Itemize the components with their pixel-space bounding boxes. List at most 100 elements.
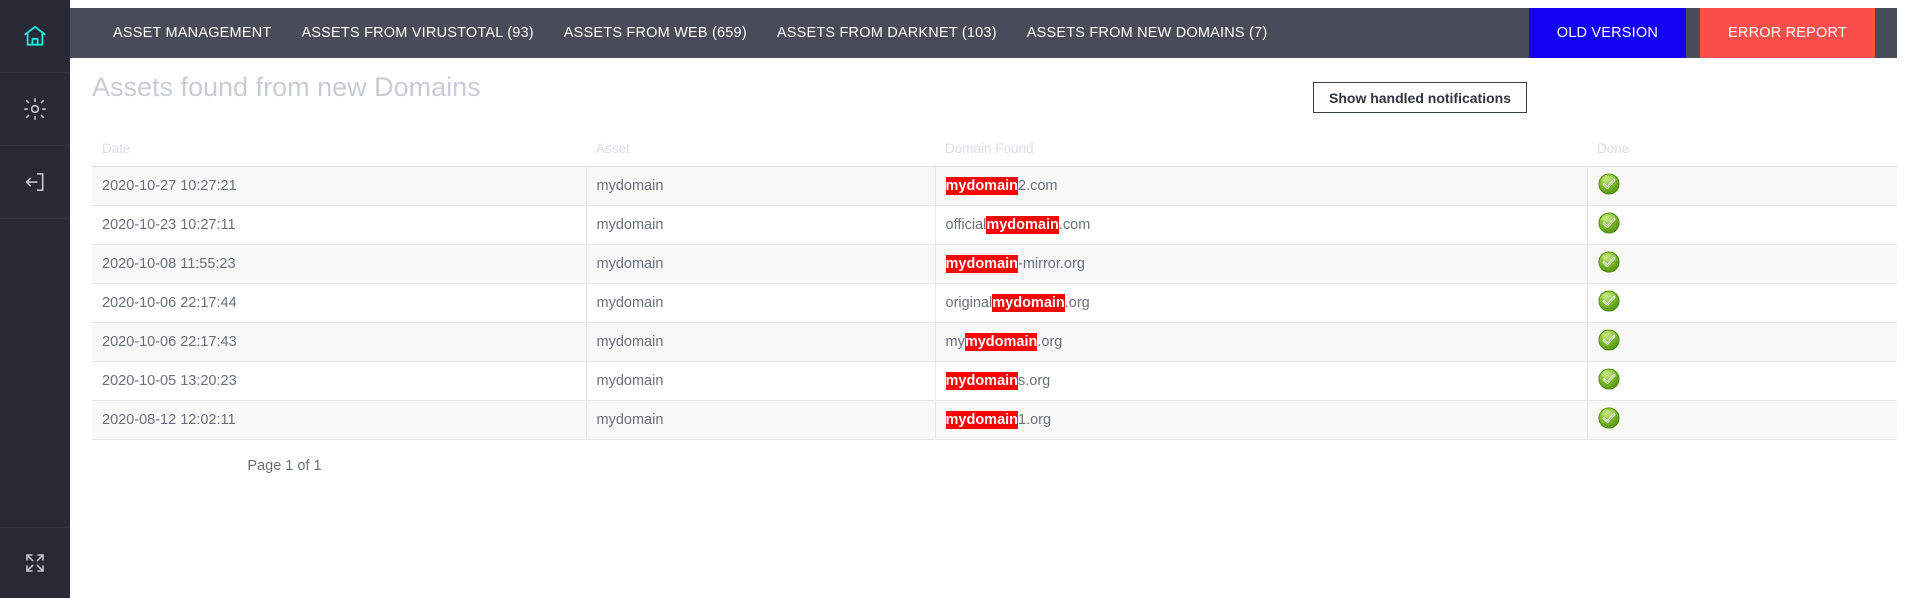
domain-highlight: mydomain	[945, 372, 1019, 390]
cell-asset: mydomain	[586, 400, 936, 440]
table-header: Date Asset Domain Found Done	[92, 120, 1897, 167]
domain-suffix: 1.org	[1018, 412, 1052, 428]
check-green-icon[interactable]	[1597, 368, 1620, 394]
top-navbar: ASSET MANAGEMENT ASSETS FROM VIRUSTOTAL …	[70, 8, 1897, 58]
nav-link-assets-from-new-domains[interactable]: ASSETS FROM NEW DOMAINS (7)	[1012, 8, 1283, 58]
domain-highlight: mydomain	[992, 294, 1065, 312]
pagination: Page 1 of 1	[92, 458, 1897, 474]
check-green-icon[interactable]	[1597, 173, 1620, 199]
domain-suffix: .com	[1058, 217, 1091, 233]
column-header-domain-found[interactable]: Domain Found	[935, 120, 1587, 167]
table-body: 2020-10-27 10:27:21 mydomain mydomain2.com…	[92, 166, 1897, 440]
check-green-icon[interactable]	[1597, 290, 1620, 316]
domain-prefix: original	[945, 295, 993, 311]
cell-asset: mydomain	[586, 322, 936, 362]
navbar-actions: OLD VERSION ERROR REPORT	[1528, 8, 1897, 58]
cell-domain-found: mydomain2.com	[935, 166, 1588, 206]
domain-highlight: mydomain	[945, 411, 1019, 429]
assets-table-wrapper: Date Asset Domain Found Done 2020-10-27 …	[92, 120, 1897, 440]
show-handled-notifications-button[interactable]: Show handled notifications	[1313, 82, 1527, 113]
check-green-icon[interactable]	[1597, 212, 1620, 238]
sidebar-item-expand[interactable]	[0, 528, 70, 598]
domain-highlight: mydomain	[964, 333, 1038, 351]
cell-asset: mydomain	[586, 205, 936, 245]
cell-domain-found: mydomain-mirror.org	[935, 244, 1588, 284]
cell-done	[1587, 205, 1897, 245]
domain-suffix: .org	[1064, 295, 1090, 311]
cell-date: 2020-10-06 22:17:44	[92, 283, 587, 323]
domain-highlight: mydomain	[986, 216, 1059, 234]
gear-icon	[22, 96, 48, 122]
main-content: Assets found from new Domains Show handl…	[70, 58, 1920, 598]
cell-done	[1587, 400, 1897, 440]
navbar-links: ASSET MANAGEMENT ASSETS FROM VIRUSTOTAL …	[70, 8, 1529, 58]
error-report-button[interactable]: ERROR REPORT	[1700, 8, 1875, 58]
sidebar-item-home[interactable]	[0, 0, 70, 73]
sidebar	[0, 0, 70, 598]
cell-domain-found: mydomain1.org	[935, 400, 1588, 440]
domain-highlight: mydomain	[945, 177, 1019, 195]
column-header-done[interactable]: Done	[1587, 120, 1897, 167]
cell-asset: mydomain	[586, 166, 936, 206]
domain-prefix: my	[945, 334, 965, 350]
domain-suffix: .org	[1037, 334, 1063, 350]
check-green-icon[interactable]	[1597, 251, 1620, 277]
cell-date: 2020-10-05 13:20:23	[92, 361, 587, 401]
nav-link-assets-from-web[interactable]: ASSETS FROM WEB (659)	[549, 8, 762, 58]
domain-highlight: mydomain	[945, 255, 1019, 273]
domain-suffix: 2.com	[1018, 178, 1058, 194]
cell-done	[1587, 244, 1897, 284]
cell-date: 2020-08-12 12:02:11	[92, 400, 587, 440]
old-version-button[interactable]: OLD VERSION	[1528, 8, 1687, 58]
app-root: ASSET MANAGEMENT ASSETS FROM VIRUSTOTAL …	[0, 0, 1920, 598]
sidebar-spacer	[0, 219, 70, 528]
nav-link-assets-from-darknet[interactable]: ASSETS FROM DARKNET (103)	[762, 8, 1012, 58]
expand-icon	[23, 551, 47, 575]
cell-done	[1587, 166, 1897, 206]
column-header-asset[interactable]: Asset	[586, 120, 935, 167]
cell-asset: mydomain	[586, 283, 936, 323]
cell-done	[1587, 361, 1897, 401]
nav-link-label: ASSETS FROM NEW DOMAINS (7)	[1026, 25, 1268, 41]
pagination-label: Page 1 of 1	[247, 458, 322, 474]
cell-date: 2020-10-27 10:27:21	[92, 166, 587, 206]
page-title: Assets found from new Domains	[92, 72, 481, 102]
nav-link-asset-management[interactable]: ASSET MANAGEMENT	[98, 8, 286, 58]
table-header-row: Date Asset Domain Found Done	[92, 120, 1897, 167]
sidebar-item-logout[interactable]	[0, 146, 70, 219]
cell-asset: mydomain	[586, 361, 936, 401]
assets-table: Date Asset Domain Found Done 2020-10-27 …	[92, 120, 1897, 440]
domain-prefix: official	[945, 217, 987, 233]
sidebar-item-settings[interactable]	[0, 73, 70, 146]
table-row[interactable]: 2020-08-12 12:02:11 mydomain mydomain1.org	[92, 400, 1897, 440]
cell-date: 2020-10-06 22:17:43	[92, 322, 587, 362]
column-header-date[interactable]: Date	[92, 120, 586, 167]
domain-suffix: -mirror.org	[1018, 256, 1085, 272]
table-row[interactable]: 2020-10-06 22:17:43 mydomain mymydomain.or…	[92, 322, 1897, 362]
table-row[interactable]: 2020-10-08 11:55:23 mydomain mydomain-mirr…	[92, 244, 1897, 284]
nav-link-label: ASSETS FROM WEB (659)	[563, 25, 747, 41]
check-green-icon[interactable]	[1597, 407, 1620, 433]
cell-done	[1587, 322, 1897, 362]
cell-domain-found: mydomains.org	[935, 361, 1588, 401]
cell-done	[1587, 283, 1897, 323]
cell-domain-found: mymydomain.org	[935, 322, 1588, 362]
cell-domain-found: originalmydomain.org	[935, 283, 1588, 323]
cell-date: 2020-10-23 10:27:11	[92, 205, 587, 245]
home-icon	[22, 23, 48, 49]
nav-link-label: ASSETS FROM DARKNET (103)	[776, 25, 997, 41]
table-row[interactable]: 2020-10-05 13:20:23 mydomain mydomains.org	[92, 361, 1897, 401]
table-row[interactable]: 2020-10-27 10:27:21 mydomain mydomain2.com	[92, 166, 1897, 206]
nav-link-label: ASSET MANAGEMENT	[113, 25, 272, 41]
cell-asset: mydomain	[586, 244, 936, 284]
table-row[interactable]: 2020-10-06 22:17:44 mydomain originalmydom…	[92, 283, 1897, 323]
logout-icon	[22, 169, 48, 195]
nav-link-assets-from-virustotal[interactable]: ASSETS FROM VIRUSTOTAL (93)	[286, 8, 548, 58]
table-row[interactable]: 2020-10-23 10:27:11 mydomain officialmydom…	[92, 205, 1897, 245]
cell-date: 2020-10-08 11:55:23	[92, 244, 587, 284]
cell-domain-found: officialmydomain.com	[935, 205, 1588, 245]
check-green-icon[interactable]	[1597, 329, 1620, 355]
domain-suffix: s.org	[1018, 373, 1051, 389]
nav-link-label: ASSETS FROM VIRUSTOTAL (93)	[301, 25, 534, 41]
page-header: Assets found from new Domains Show handl…	[70, 58, 1920, 120]
